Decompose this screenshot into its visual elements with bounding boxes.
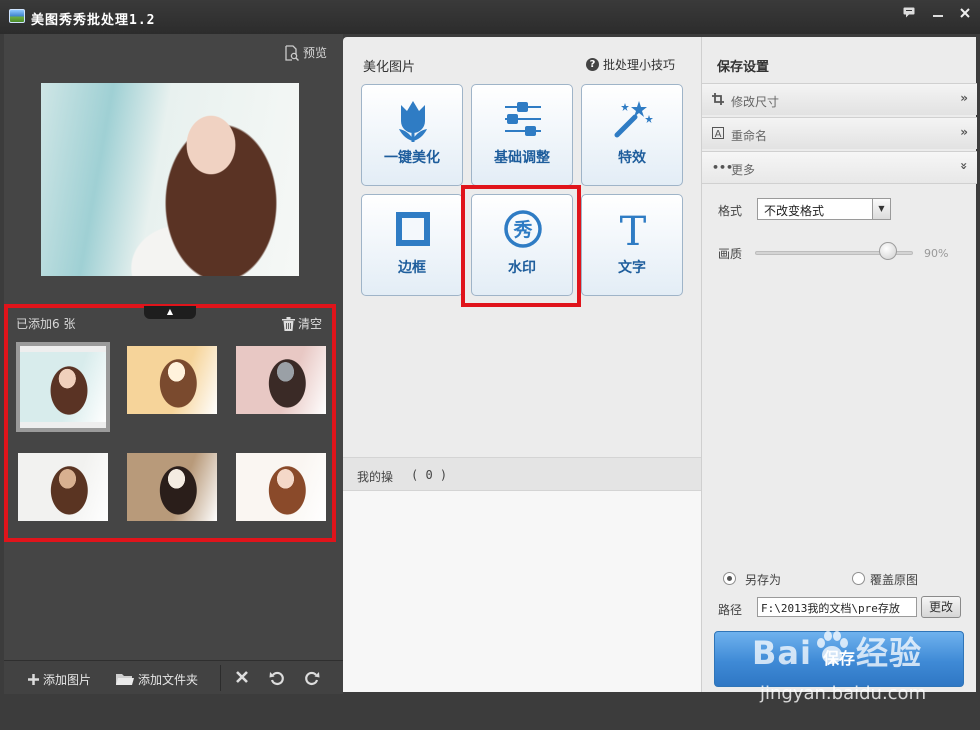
thumbnail-image	[127, 346, 217, 414]
left-bottom-toolbar: 添加图片 添加文件夹	[4, 660, 343, 694]
tool-text[interactable]: T 文字	[581, 194, 683, 296]
clear-label: 清空	[297, 317, 322, 331]
add-image-button[interactable]: 添加图片	[28, 671, 91, 688]
thumbnail-image	[236, 453, 326, 521]
tool-one-click-beautify[interactable]: 一键美化	[361, 84, 463, 186]
clear-button[interactable]: 清空	[281, 315, 322, 332]
rename-icon: A	[712, 127, 724, 142]
tool-label: 基础调整	[494, 150, 550, 166]
save-settings-panel: 保存设置 修改尺寸 » A 重命名 » ••• 更多 » 格式 不改变格式 ▼ …	[701, 37, 977, 692]
section-label: 修改尺寸	[731, 95, 780, 109]
section-divider	[702, 183, 977, 184]
tips-label: 批处理小技巧	[602, 58, 675, 72]
chevron-right-icon: »	[960, 91, 968, 105]
collapse-toggle[interactable]: ▲	[144, 306, 196, 319]
section-label: 更多	[731, 163, 756, 177]
section-rename[interactable]: A 重命名 »	[702, 117, 977, 149]
preview-label: 预览	[302, 46, 327, 60]
chevron-down-icon: »	[957, 162, 972, 170]
overwrite-radio[interactable]	[852, 572, 865, 585]
tool-frame[interactable]: 边框	[361, 194, 463, 296]
beautify-title: 美化图片	[363, 60, 416, 75]
quality-slider-knob[interactable]	[879, 242, 898, 260]
change-path-button[interactable]: 更改	[921, 596, 961, 618]
window-title: 美图秀秀批处理1.2	[31, 13, 156, 28]
title-bar: 美图秀秀批处理1.2	[0, 0, 980, 34]
help-icon: ?	[585, 58, 599, 71]
section-resize[interactable]: 修改尺寸 »	[702, 83, 977, 115]
tool-label: 特效	[618, 150, 646, 166]
text-icon: T	[620, 209, 647, 249]
rotate-left-icon[interactable]	[269, 670, 285, 690]
thumbnail-item[interactable]	[18, 453, 108, 521]
tool-label: 文字	[618, 260, 646, 276]
save-settings-title: 保存设置	[717, 60, 770, 75]
app-icon	[9, 9, 25, 23]
preview-icon	[285, 44, 299, 61]
thumbnail-panel: ▲ 已添加6 张 清空	[4, 304, 336, 542]
thumbnail-item[interactable]	[236, 453, 326, 521]
folder-icon	[116, 674, 134, 685]
feedback-icon[interactable]	[898, 5, 920, 23]
chevron-right-icon: »	[960, 125, 968, 139]
format-value: 不改变格式	[764, 204, 825, 218]
sliders-icon	[505, 102, 541, 136]
thumbnail-image	[127, 453, 217, 521]
save-as-radio[interactable]	[723, 572, 736, 585]
preview-button[interactable]: 预览	[285, 44, 327, 61]
more-icon: •••	[712, 161, 734, 174]
my-operations-bar: 我的操 ( 0 )	[343, 457, 701, 491]
paw-logo-icon	[817, 631, 848, 664]
watermark-url: jingyan.baidu.com	[760, 683, 927, 704]
highlight-box	[461, 185, 581, 307]
thumbnail-image	[20, 352, 106, 422]
my-operations-label: 我的操	[357, 470, 394, 484]
section-label: 重命名	[731, 129, 768, 143]
path-field[interactable]: F:\2013我的文档\pre存放	[757, 597, 917, 617]
thumbnail-item[interactable]	[127, 453, 217, 521]
thumbnail-item[interactable]	[16, 342, 110, 432]
magic-wand-icon	[614, 101, 653, 138]
watermark-brand-tail: 经验	[855, 634, 922, 672]
thumbnail-item[interactable]	[127, 346, 217, 414]
overwrite-label: 覆盖原图	[870, 573, 919, 587]
section-more[interactable]: ••• 更多 »	[702, 151, 977, 183]
plus-icon	[28, 674, 39, 685]
tulip-icon	[399, 101, 427, 142]
watermark-brand: Bai	[752, 634, 812, 672]
tool-label: 一键美化	[384, 150, 440, 166]
tips-link[interactable]: ? 批处理小技巧	[585, 56, 675, 73]
add-folder-button[interactable]: 添加文件夹	[116, 671, 198, 688]
toolbar-divider	[220, 665, 221, 691]
path-label: 路径	[718, 603, 743, 617]
trash-icon	[281, 316, 295, 331]
tool-basic-adjust[interactable]: 基础调整	[471, 84, 573, 186]
minimize-button[interactable]	[927, 5, 949, 23]
delete-icon[interactable]	[235, 670, 249, 688]
thumbnail-item[interactable]	[236, 346, 326, 414]
quality-value: 90%	[924, 247, 949, 260]
thumbnail-image	[236, 346, 326, 414]
rotate-right-icon[interactable]	[304, 670, 320, 690]
quality-label: 画质	[718, 247, 743, 261]
frame-icon	[396, 212, 430, 246]
tool-effects[interactable]: 特效	[581, 84, 683, 186]
preview-image	[41, 83, 299, 276]
format-select[interactable]: 不改变格式 ▼	[757, 198, 891, 220]
add-image-label: 添加图片	[43, 673, 92, 687]
close-button[interactable]	[954, 5, 976, 23]
svg-text:A: A	[715, 129, 722, 139]
tool-label: 边框	[398, 260, 426, 276]
beautify-panel: 美化图片 ? 批处理小技巧 一键美化 基础调整 特效 边框 秀 水印 T 文字 …	[343, 37, 701, 692]
save-as-label: 另存为	[745, 573, 782, 587]
my-operations-list	[343, 491, 701, 692]
format-label: 格式	[718, 204, 743, 218]
svg-text:T: T	[620, 209, 647, 249]
chevron-down-icon: ▼	[872, 199, 890, 219]
added-count: 已添加6 张	[16, 317, 76, 331]
crop-icon	[712, 93, 724, 108]
my-operations-count: ( 0 )	[411, 468, 448, 482]
add-folder-label: 添加文件夹	[138, 673, 199, 687]
thumbnail-image	[18, 453, 108, 521]
